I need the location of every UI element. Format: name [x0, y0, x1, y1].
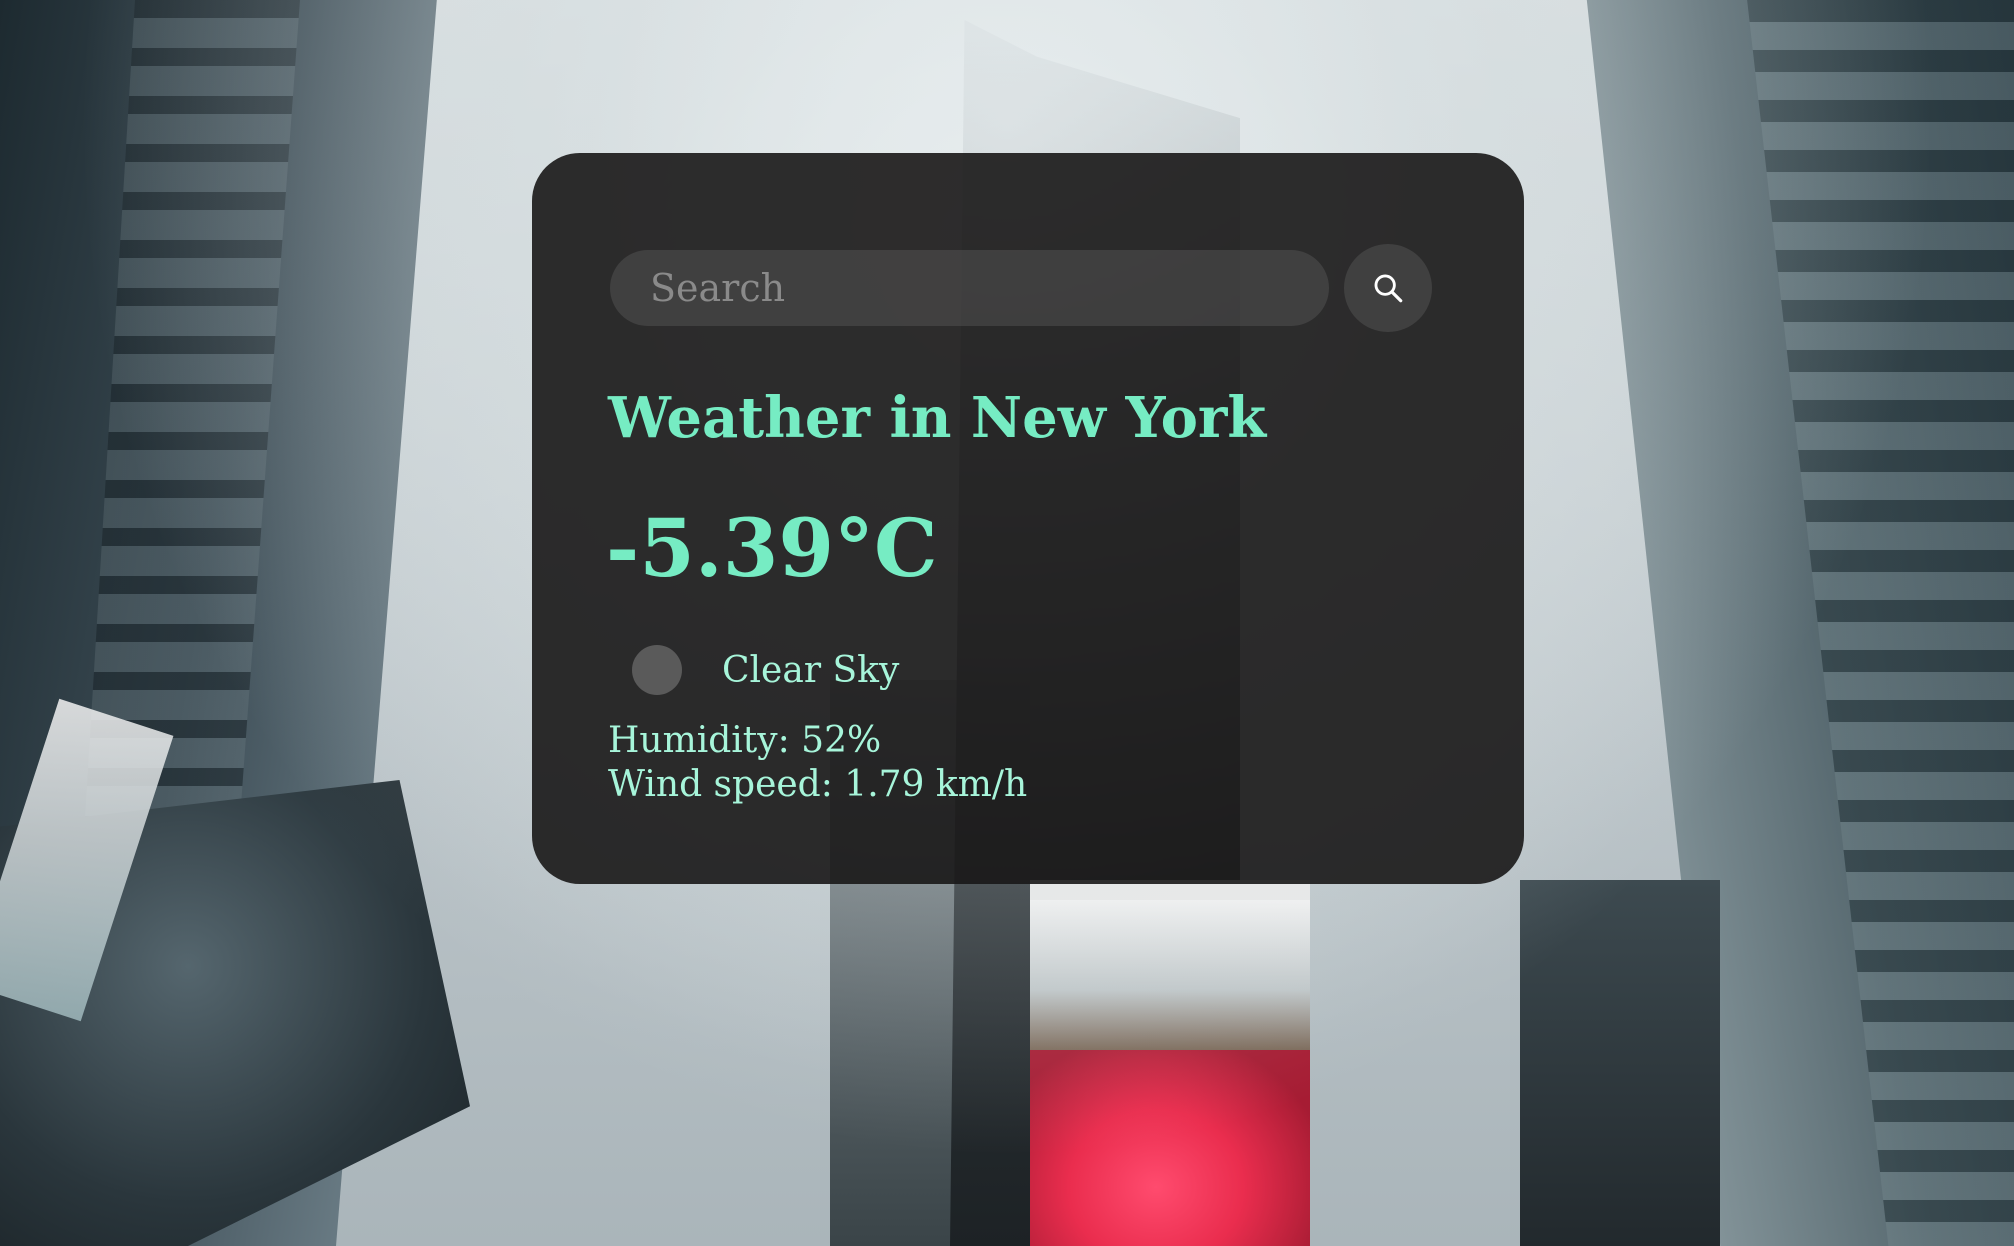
temperature: -5.39°C [606, 501, 938, 595]
weather-details: Humidity: 52% Wind speed: 1.79 km/h [608, 719, 1027, 807]
humidity: Humidity: 52% [608, 720, 882, 761]
weather-condition-icon [632, 645, 682, 695]
search-button[interactable] [1344, 244, 1432, 332]
weather-description: Clear Sky [722, 649, 900, 691]
city-title: Weather in New York [608, 385, 1267, 451]
wind-speed: Wind speed: 1.79 km/h [608, 764, 1028, 805]
weather-condition: Clear Sky [632, 643, 899, 697]
search-bar [610, 244, 1446, 334]
search-input[interactable] [610, 250, 1329, 326]
search-icon [1374, 274, 1403, 303]
weather-card: Weather in New York -5.39°C Clear Sky Hu… [532, 153, 1524, 884]
